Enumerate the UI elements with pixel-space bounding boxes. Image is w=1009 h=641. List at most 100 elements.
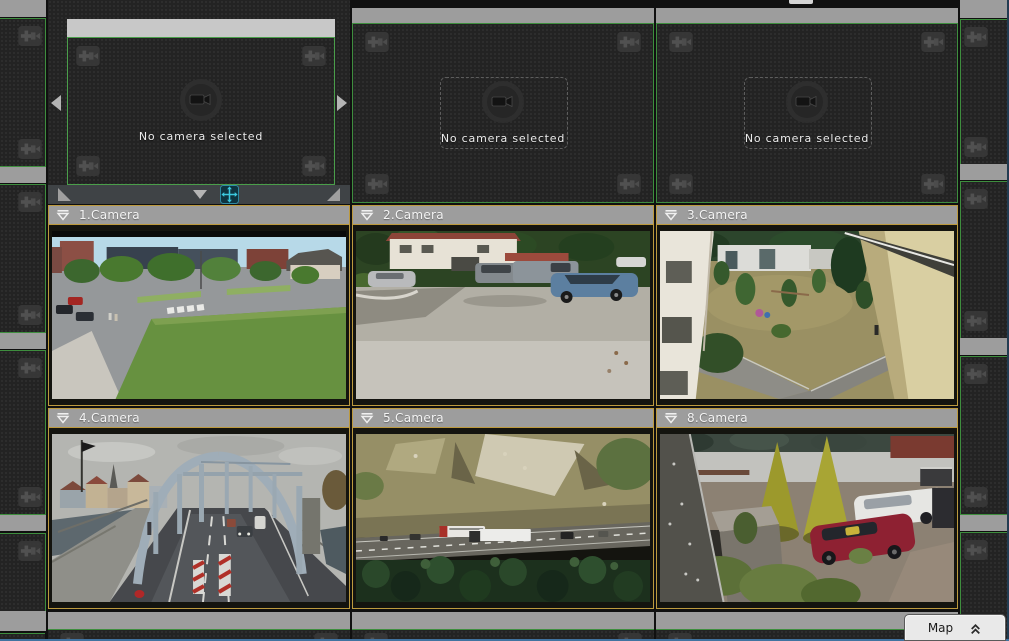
selected-empty-view-cell[interactable]: No camera selected [48,0,350,204]
move-right-arrow[interactable] [337,95,347,111]
add-camera-icon[interactable] [18,139,42,159]
empty-view-item[interactable]: No camera selected [656,23,958,203]
camera-tile-3[interactable]: 3.Camera [656,205,958,406]
camera-header-3[interactable]: 3.Camera [657,206,957,225]
empty-tile-header[interactable] [656,8,958,23]
camera-header-4[interactable]: 4.Camera [49,409,349,428]
add-camera-icon[interactable] [964,189,988,209]
expand-down-arrow[interactable] [193,190,207,199]
add-camera-icon[interactable] [18,358,42,378]
camera-header-2[interactable]: 2.Camera [353,206,653,225]
camera-view-3[interactable] [658,226,956,404]
add-camera-icon[interactable] [365,32,389,52]
add-camera-icon[interactable] [921,32,945,52]
add-camera-icon[interactable] [302,156,326,176]
left-view-header[interactable] [0,167,46,183]
right-view-header[interactable] [960,338,1009,355]
camera-tile-5[interactable]: 5.Camera [352,408,654,609]
camera-view-2[interactable] [354,226,652,404]
right-view-header[interactable] [960,515,1009,531]
camera-feed-3 [660,231,954,399]
camera-title: 4.Camera [79,411,140,425]
right-empty-view-item[interactable] [960,19,1009,165]
add-camera-icon[interactable] [669,32,693,52]
empty-view-item[interactable]: No camera selected [352,23,654,203]
add-camera-icon[interactable] [18,305,42,325]
camera-feed-2 [356,231,650,399]
add-camera-icon[interactable] [365,174,389,194]
camera-view-4[interactable] [50,429,348,607]
top-panel-collapse-tab[interactable] [789,0,813,4]
add-camera-icon[interactable] [921,174,945,194]
camera-header-1[interactable]: 1.Camera [49,206,349,225]
camera-header-5[interactable]: 5.Camera [353,409,653,428]
add-camera-icon[interactable] [669,174,693,194]
camera-feed-5 [356,434,650,602]
add-camera-icon[interactable] [964,487,988,507]
camera-indicator-icon[interactable] [360,412,374,424]
add-camera-icon[interactable] [76,46,100,66]
empty-tile-header[interactable] [48,612,350,629]
left-empty-view-item[interactable] [0,18,46,167]
add-camera-icon[interactable] [18,26,42,46]
no-camera-label: No camera selected [441,132,565,145]
resize-handle-bar[interactable] [48,185,350,204]
add-camera-icon[interactable] [964,540,988,560]
camera-feed-1 [52,231,346,399]
camera-indicator-icon[interactable] [664,209,678,221]
empty-tile-header[interactable] [352,8,654,23]
add-camera-icon[interactable] [617,32,641,52]
left-empty-view-item[interactable] [0,350,46,515]
empty-tile-header[interactable] [352,612,654,629]
camera-view-8[interactable] [658,429,956,607]
add-camera-icon[interactable] [18,541,42,561]
no-camera-label: No camera selected [139,130,263,143]
add-camera-icon[interactable] [964,311,988,331]
move-item-handle[interactable] [220,185,239,204]
add-camera-icon[interactable] [18,192,42,212]
camera-indicator-icon[interactable] [56,412,70,424]
add-camera-icon[interactable] [617,174,641,194]
camera-header-8[interactable]: 8.Camera [657,409,957,428]
left-view-header[interactable] [0,515,46,531]
resize-bottom-right-arrow[interactable] [327,188,340,201]
video-wall-view: No camera selected [0,0,1009,641]
camera-tile-8[interactable]: 8.Camera [656,408,958,609]
right-view-header[interactable] [960,164,1009,180]
camera-indicator-icon[interactable] [664,412,678,424]
left-view-header[interactable] [0,611,46,631]
map-panel-label: Map [928,621,953,635]
camera-tile-2[interactable]: 2.Camera [352,205,654,406]
add-camera-icon[interactable] [18,487,42,507]
add-camera-icon[interactable] [964,27,988,47]
left-view-header[interactable] [0,0,46,17]
camera-indicator-icon[interactable] [56,209,70,221]
camera-tile-4[interactable]: 4.Camera [48,408,350,609]
no-camera-icon [481,80,525,124]
add-camera-icon[interactable] [964,364,988,384]
camera-view-5[interactable] [354,429,652,607]
camera-indicator-icon[interactable] [360,209,374,221]
add-camera-icon[interactable] [302,46,326,66]
left-empty-view-item[interactable] [0,184,46,333]
right-empty-view-item[interactable] [960,356,1009,515]
right-view-header[interactable] [960,0,1009,18]
resize-bottom-left-arrow[interactable] [58,188,71,201]
left-view-header[interactable] [0,333,46,349]
move-left-arrow[interactable] [51,95,61,111]
add-camera-icon[interactable] [76,156,100,176]
selected-tile-header[interactable] [67,19,335,37]
add-camera-icon[interactable] [964,137,988,157]
camera-feed-8 [660,434,954,602]
no-camera-icon [179,78,223,122]
map-panel-button[interactable]: Map [905,615,1005,640]
left-empty-view-item[interactable] [0,533,46,612]
camera-tile-1[interactable]: 1.Camera [48,205,350,406]
no-camera-label: No camera selected [745,132,869,145]
camera-title: 3.Camera [687,208,748,222]
selected-empty-view-item[interactable]: No camera selected [67,37,335,185]
right-empty-view-item[interactable] [960,181,1009,339]
camera-title: 1.Camera [79,208,140,222]
camera-view-1[interactable] [50,226,348,404]
no-camera-icon [785,80,829,124]
